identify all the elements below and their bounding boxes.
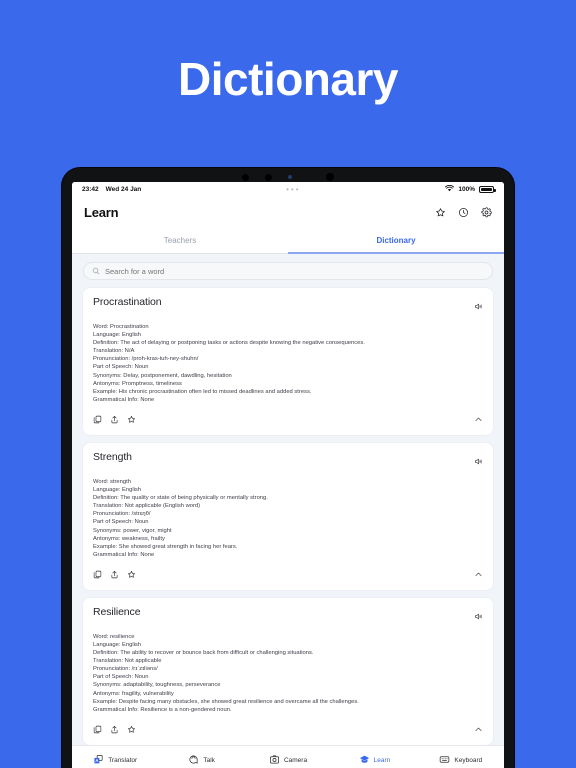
tab-teachers[interactable]: Teachers [72, 227, 288, 253]
word-field: Language: English [93, 641, 142, 648]
segmented-tabs: Teachers Dictionary [72, 227, 504, 254]
speaker-icon[interactable] [474, 296, 483, 316]
star-icon[interactable] [127, 721, 136, 739]
tabbar-label: Camera [283, 757, 308, 764]
battery-icon [479, 186, 496, 193]
svg-text:A: A [96, 758, 99, 763]
tabbar-item-camera[interactable]: Camera [245, 754, 331, 767]
word-field: Example: His chronic procrastination oft… [93, 388, 312, 395]
word-field: Antonyms: Promptness, timeliness [93, 380, 182, 387]
word-card[interactable]: Strength Word: strength Language: Englis… [83, 442, 493, 590]
favorites-star-icon[interactable] [435, 207, 446, 218]
battery-percent: 100% [458, 186, 475, 193]
history-clock-icon[interactable] [458, 207, 469, 218]
translator-icon: A [93, 754, 104, 767]
dynamic-island-dots: ••• [286, 184, 301, 194]
tab-dictionary[interactable]: Dictionary [288, 227, 504, 253]
word-title: Strength [93, 450, 132, 463]
search-input[interactable] [105, 266, 484, 276]
word-field: Definition: The ability to recover or bo… [93, 650, 314, 657]
search-icon [92, 262, 100, 280]
word-title: Resilience [93, 605, 141, 618]
speaker-icon[interactable] [474, 606, 483, 626]
tab-active-underline [288, 252, 504, 254]
page-title: Learn [84, 204, 119, 220]
word-field: Antonyms: fragility, vulnerability [93, 690, 174, 697]
word-field: Part of Speech: Noun [93, 674, 149, 681]
search-bar[interactable] [83, 262, 493, 280]
settings-gear-icon[interactable] [481, 206, 492, 218]
tablet-screen: 23:42 Wed 24 Jan ••• 100% Learn Teachers… [72, 182, 504, 768]
chevron-up-icon[interactable] [474, 411, 483, 429]
star-icon[interactable] [127, 411, 136, 429]
nav-header: Learn [72, 197, 504, 227]
word-card[interactable]: Procrastination Word: Procrastination La… [83, 288, 493, 435]
word-field: Pronunciation: /rɪˈzɪliəns/ [93, 666, 158, 673]
status-time: 23:42 [82, 186, 99, 193]
tabbar-label: Translator [108, 757, 138, 764]
word-field: Antonyms: weakness, frailty [93, 535, 165, 542]
word-field: Word: resilience [93, 633, 135, 640]
talk-icon [188, 754, 199, 767]
bottom-tab-bar: A Translator Talk Camera Learn Keyboard [72, 745, 504, 768]
word-field: Grammatical Info: None [93, 396, 155, 403]
share-icon[interactable] [110, 721, 119, 739]
word-field: Synonyms: power, vigor, might [93, 527, 172, 534]
word-field: Example: Despite facing many obstacles, … [93, 698, 359, 705]
share-icon[interactable] [110, 566, 119, 584]
speaker-icon[interactable] [474, 451, 483, 471]
camera-dot [265, 173, 272, 181]
promo-title: Dictionary [178, 53, 398, 105]
word-field: Translation: N/A [93, 348, 135, 355]
share-icon[interactable] [110, 411, 119, 429]
copy-icon[interactable] [93, 411, 102, 429]
tabbar-item-talk[interactable]: Talk [158, 754, 244, 767]
word-field: Synonyms: Delay, postponement, dawdling,… [93, 372, 232, 379]
word-field: Part of Speech: Noun [93, 364, 149, 371]
word-field: Definition: The quality or state of bein… [93, 495, 268, 502]
chevron-up-icon[interactable] [474, 566, 483, 584]
tabbar-item-translator[interactable]: A Translator [72, 754, 158, 767]
word-field: Part of Speech: Noun [93, 519, 149, 526]
word-field: Translation: Not applicable (English wor… [93, 503, 201, 510]
word-field: Translation: Not applicable [93, 658, 162, 665]
tabbar-item-keyboard[interactable]: Keyboard [418, 754, 504, 767]
word-card[interactable]: Resilience Word: resilience Language: En… [83, 597, 493, 745]
copy-icon[interactable] [93, 721, 102, 739]
indicator-dot [288, 175, 292, 179]
status-bar: 23:42 Wed 24 Jan ••• 100% [72, 182, 504, 197]
status-date: Wed 24 Jan [105, 186, 142, 193]
tablet-device-frame: 23:42 Wed 24 Jan ••• 100% Learn Teachers… [62, 168, 514, 768]
camera-dot [242, 173, 249, 181]
word-title: Procrastination [93, 296, 162, 308]
chevron-up-icon[interactable] [474, 721, 483, 739]
word-field: Pronunciation: /strɛŋθ/ [93, 511, 151, 518]
word-field: Word: Procrastination [93, 324, 149, 330]
word-field: Word: strength [93, 478, 131, 485]
copy-icon[interactable] [93, 566, 102, 584]
learn-icon [359, 754, 370, 767]
tabbar-label: Learn [373, 757, 391, 764]
tabbar-label: Keyboard [454, 757, 483, 764]
word-field: Language: English [93, 332, 142, 339]
word-field: Grammatical Info: Resilience is a non-ge… [93, 706, 232, 713]
star-icon[interactable] [127, 566, 136, 584]
dictionary-content: Procrastination Word: Procrastination La… [72, 254, 504, 745]
word-field: Pronunciation: /proh-kras-tuh-ney-shuhn/ [93, 356, 199, 363]
word-field: Language: English [93, 487, 142, 494]
word-field: Definition: The act of delaying or postp… [93, 340, 365, 347]
word-field: Synonyms: adaptability, toughness, perse… [93, 682, 221, 689]
camera-icon [269, 754, 280, 767]
word-field: Grammatical Info: None [93, 551, 155, 558]
tabbar-label: Talk [203, 757, 215, 764]
camera-dot [326, 173, 334, 181]
wifi-icon [445, 184, 455, 194]
bezel-sensors [62, 173, 514, 181]
tabbar-item-learn[interactable]: Learn [331, 754, 417, 767]
word-field: Example: She showed great strength in fa… [93, 543, 238, 550]
keyboard-icon [439, 754, 450, 767]
